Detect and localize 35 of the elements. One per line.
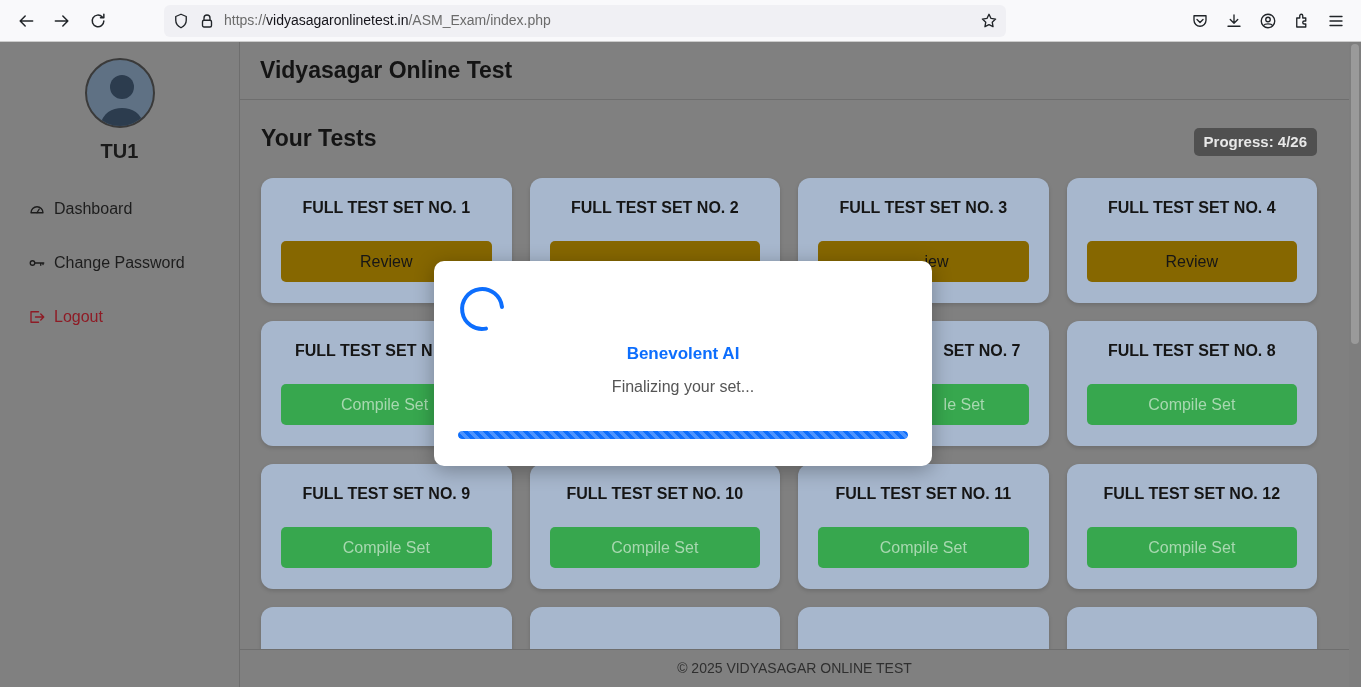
review-button[interactable]: Review	[1086, 241, 1297, 283]
address-bar[interactable]: https://vidyasagaronlinetest.in/ASM_Exam/index.php	[164, 4, 1006, 37]
compile-button[interactable]: Compile Set	[281, 527, 492, 569]
logout-icon	[28, 308, 46, 326]
account-icon[interactable]	[1259, 11, 1277, 30]
compile-button[interactable]: Compile Set	[818, 527, 1029, 569]
compile-button[interactable]: Compile Set	[1086, 384, 1297, 426]
card-title: FULL TEST SET NO. 11	[835, 484, 1012, 505]
card-title: FULL TEST SET NO. 4	[1107, 198, 1276, 219]
card-title: FULL TEST SET NO. 2	[570, 198, 739, 219]
card-title: FULL TEST SET NO. 10	[566, 484, 744, 505]
card-title: FULL TEST SET N	[295, 341, 433, 362]
spinner-icon	[458, 285, 506, 333]
card-title: FULL TEST SET NO. 8	[1107, 341, 1276, 362]
card-title: FULL TEST SET NO. 3	[839, 198, 1008, 219]
url-text: https://vidyasagaronlinetest.in/ASM_Exam/index.php	[224, 11, 551, 30]
progress-label: Progress: 4/26	[1193, 128, 1317, 157]
card-title: FULL TEST SET NO. 12	[1103, 484, 1281, 505]
user-name: TU1	[100, 139, 139, 164]
compile-button[interactable]: Compile Set	[1086, 527, 1297, 569]
star-icon[interactable]	[980, 11, 998, 30]
sidebar-link[interactable]: Change Password	[0, 236, 239, 290]
page-title: Vidyasagar Online Test	[260, 56, 513, 86]
card-title: SET NO. 7	[943, 341, 1021, 362]
card-title: FULL TEST SET NO. 1	[302, 198, 471, 219]
compile-button[interactable]: Compile Set	[549, 527, 760, 569]
dialog-title: Benevolent AI	[625, 343, 741, 365]
dialog-message: Finalizing your set...	[610, 376, 756, 397]
sidebar-link[interactable]: Dashboard	[0, 182, 239, 236]
footer-text: © 2025 VIDYASAGAR ONLINE TEST	[677, 658, 912, 678]
section-title: Your Tests	[261, 124, 377, 153]
card-title: FULL TEST SET NO. 9	[302, 484, 471, 505]
sidebar-link[interactable]: Logout	[0, 290, 239, 344]
download-icon[interactable]	[1225, 11, 1243, 30]
shield-icon	[172, 11, 190, 30]
